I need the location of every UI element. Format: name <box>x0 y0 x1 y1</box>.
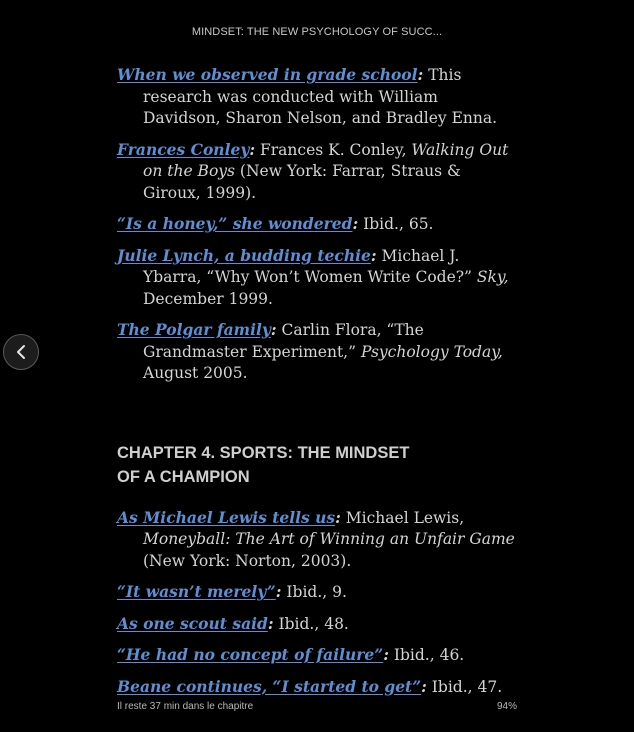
note-link[interactable]: The Polgar family <box>117 320 271 339</box>
note-text: Ibid., 65. <box>358 215 434 233</box>
chapter-heading: CHAPTER 4. SPORTS: THE MINDSET OF A CHAM… <box>117 443 410 486</box>
note-text: Ibid., 9. <box>281 583 347 601</box>
endnote: Beane continues, “I started to get”: Ibi… <box>117 676 519 699</box>
notes-content: When we observed in grade school: This r… <box>117 64 519 707</box>
note-link[interactable]: When we observed in grade school <box>117 65 418 84</box>
reading-progress-label: 94% <box>497 701 518 712</box>
endnote: When we observed in grade school: This r… <box>117 64 519 130</box>
note-link[interactable]: Beane continues, “I started to get” <box>117 677 421 696</box>
endnote: “It wasn’t merely”: Ibid., 9. <box>117 581 519 604</box>
note-text: (New York: Norton, 2003). <box>143 551 352 570</box>
previous-page-button[interactable] <box>3 334 39 370</box>
note-text: Ibid., 47. <box>426 677 503 696</box>
note-publication: Psychology Today, <box>360 342 503 361</box>
time-remaining-label: Il reste 37 min dans le chapitre <box>117 701 254 712</box>
note-link[interactable]: “It wasn’t merely” <box>117 582 276 601</box>
endnote: Julie Lynch, a budding techie: Michael J… <box>117 245 519 311</box>
note-text: Ibid., 48. <box>273 614 349 633</box>
endnote: As one scout said: Ibid., 48. <box>117 613 519 636</box>
note-link[interactable]: As Michael Lewis tells us <box>117 508 335 527</box>
note-text: Michael Lewis, <box>340 508 465 527</box>
endnote: The Polgar family: Carlin Flora, “The Gr… <box>117 319 519 385</box>
note-link[interactable]: “Is a honey,” she wondered <box>117 214 352 233</box>
endnote: Frances Conley: Frances K. Conley, Walki… <box>117 139 519 205</box>
endnote: “He had no concept of failure”: Ibid., 4… <box>117 644 519 667</box>
book-title-header: MINDSET: THE NEW PSYCHOLOGY OF SUCC... <box>191 26 443 38</box>
note-publication: Sky, <box>476 268 509 286</box>
note-link[interactable]: “He had no concept of failure” <box>117 645 383 664</box>
note-link[interactable]: Frances Conley <box>117 140 249 159</box>
note-text: December 1999. <box>143 289 273 308</box>
note-link[interactable]: As one scout said <box>117 614 268 633</box>
note-text: Ibid., 46. <box>388 646 465 664</box>
note-book-title: Moneyball: The Art of Winning an Unfair … <box>143 530 515 548</box>
note-text: August 2005. <box>143 364 248 382</box>
chevron-left-icon <box>17 345 25 359</box>
endnote: As Michael Lewis tells us: Michael Lewis… <box>117 507 519 573</box>
endnote: “Is a honey,” she wondered: Ibid., 65. <box>117 213 519 236</box>
note-text: Frances K. Conley, <box>255 140 412 159</box>
note-link[interactable]: Julie Lynch, a budding techie <box>117 246 371 265</box>
